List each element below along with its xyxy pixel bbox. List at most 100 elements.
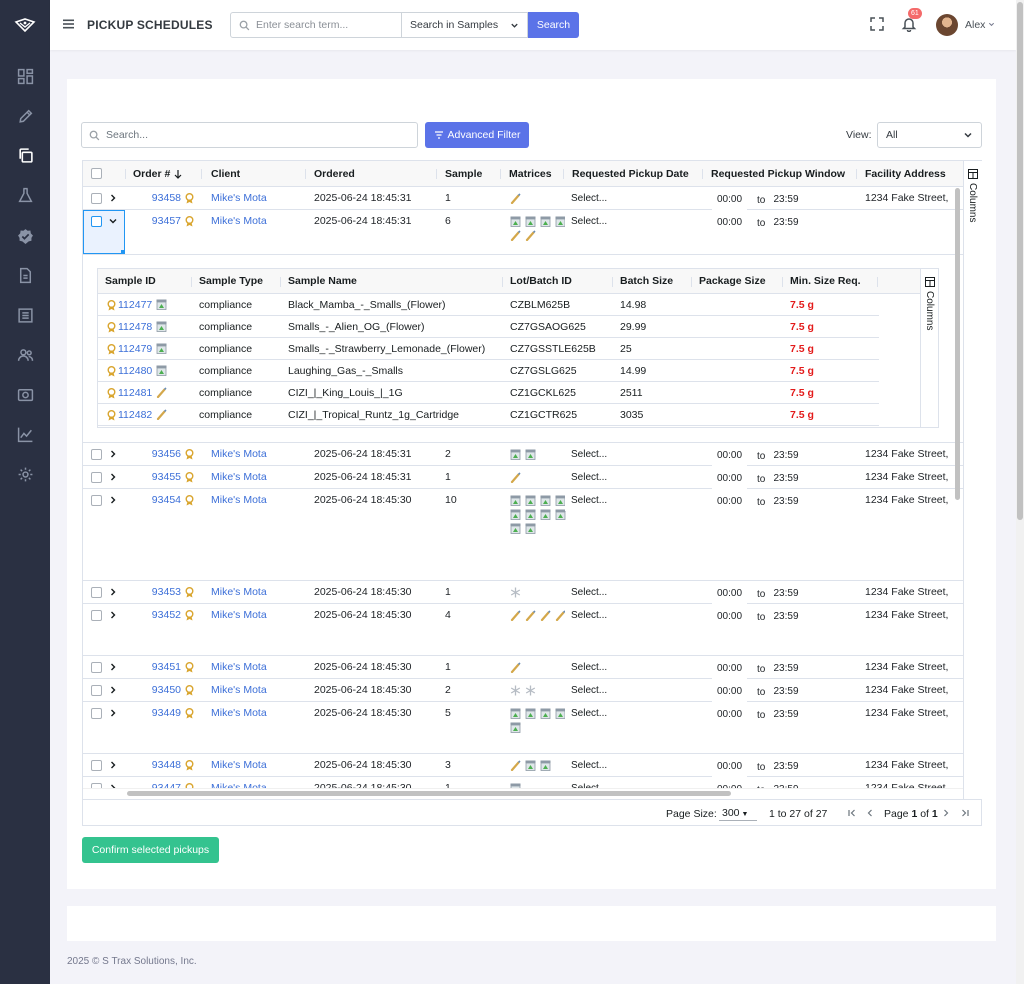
user-name[interactable]: Alex [965, 19, 985, 31]
confirm-pickups-button[interactable]: Confirm selected pickups [82, 837, 219, 863]
chevron-right-icon[interactable] [109, 588, 117, 596]
grid-row[interactable]: 93458 Mike's Mota 2025-06-24 18:45:31 1 Sele… [83, 187, 963, 210]
grid-row[interactable]: 93453 Mike's Mota 2025-06-24 18:45:30 1 Sele… [83, 581, 963, 604]
camera-icon[interactable] [17, 386, 34, 403]
pickup-window-end[interactable]: 23:59 [766, 213, 806, 233]
settings-icon[interactable] [17, 466, 34, 483]
previous-page-icon[interactable] [865, 808, 875, 818]
pickup-window-end[interactable]: 23:59 [766, 659, 806, 679]
column-header-order[interactable]: Order # [133, 161, 183, 187]
column-header-facility[interactable]: Facility Address [865, 161, 946, 187]
view-select[interactable]: All [877, 122, 982, 148]
fullscreen-icon[interactable] [869, 16, 885, 32]
row-checkbox[interactable] [91, 760, 102, 771]
avatar[interactable] [936, 14, 958, 36]
pickup-window-end[interactable]: 23:59 [766, 705, 806, 725]
column-header-matrices[interactable]: Matrices [509, 161, 552, 187]
column-header-sample[interactable]: Sample [445, 161, 482, 187]
detail-row[interactable]: 112479 compliance Smalls_-_Strawberry_Lemo… [98, 338, 879, 360]
order-link[interactable]: 93450 [125, 684, 181, 696]
column-header-sample-name[interactable]: Sample Name [288, 269, 357, 294]
client-link[interactable]: Mike's Mota [211, 759, 267, 771]
chevron-right-icon[interactable] [109, 761, 117, 769]
chevron-right-icon[interactable] [109, 496, 117, 504]
grid-row[interactable]: 93456 Mike's Mota 2025-06-24 18:45:31 2 Sele… [83, 443, 963, 466]
pickup-window-end[interactable]: 23:59 [766, 607, 806, 627]
detail-row[interactable]: 112481 compliance CIZI_|_King_Louis_|_1G CZ… [98, 382, 879, 404]
last-page-icon[interactable] [960, 808, 970, 818]
grid-row[interactable]: 93454 Mike's Mota 2025-06-24 18:45:30 10 Sel… [83, 489, 963, 581]
next-page-icon[interactable] [941, 808, 951, 818]
users-icon[interactable] [17, 347, 34, 364]
row-checkbox[interactable] [91, 216, 102, 227]
column-header-ordered[interactable]: Ordered [314, 161, 355, 187]
pickup-window-end[interactable]: 23:59 [766, 757, 806, 777]
copy-icon[interactable] [17, 147, 34, 164]
order-link[interactable]: 93455 [125, 471, 181, 483]
pickup-date-select[interactable]: Select... [565, 445, 696, 465]
pickup-window-start[interactable]: 00:00 [712, 607, 747, 627]
advanced-filter-button[interactable]: Advanced Filter [425, 122, 529, 148]
chevron-right-icon[interactable] [109, 663, 117, 671]
pickup-window-start[interactable]: 00:00 [712, 492, 747, 512]
order-link[interactable]: 93448 [125, 759, 181, 771]
grid-row[interactable]: 93448 Mike's Mota 2025-06-24 18:45:30 3 Sele… [83, 754, 963, 777]
client-link[interactable]: Mike's Mota [211, 661, 267, 673]
first-page-icon[interactable] [847, 808, 857, 818]
page-size-select[interactable]: 300 ▼ [719, 806, 757, 821]
row-checkbox[interactable] [91, 610, 102, 621]
pickup-window-end[interactable]: 23:59 [766, 584, 806, 604]
chevron-right-icon[interactable] [109, 473, 117, 481]
grid-row[interactable]: 93452 Mike's Mota 2025-06-24 18:45:30 4 Sele… [83, 604, 963, 656]
pickup-date-select[interactable]: Select... [565, 583, 696, 603]
chevron-right-icon[interactable] [109, 194, 117, 202]
client-link[interactable]: Mike's Mota [211, 215, 267, 227]
row-checkbox[interactable] [91, 495, 102, 506]
search-button[interactable]: Search [528, 12, 579, 38]
detail-row[interactable]: 112480 compliance Laughing_Gas_-_Smalls CZ7… [98, 360, 879, 382]
chevron-right-icon[interactable] [109, 450, 117, 458]
column-header-client[interactable]: Client [211, 161, 240, 187]
vertical-scrollbar[interactable] [954, 187, 961, 799]
file-icon[interactable] [17, 267, 34, 284]
sample-id-link[interactable]: 112481 [118, 387, 152, 399]
pickup-date-select[interactable]: Select... [565, 756, 696, 776]
hamburger-menu-icon[interactable] [62, 17, 76, 31]
order-link[interactable]: 93451 [125, 661, 181, 673]
badge-check-icon[interactable] [17, 228, 34, 245]
global-search-input[interactable] [256, 19, 396, 31]
row-checkbox[interactable] [91, 662, 102, 673]
column-header-min-size-req[interactable]: Min. Size Req. [790, 269, 861, 294]
select-all-checkbox[interactable] [91, 168, 102, 179]
detail-row[interactable]: 112478 compliance Smalls_-_Alien_OG_(Flowe… [98, 316, 879, 338]
pickup-window-start[interactable]: 00:00 [712, 469, 747, 489]
grid-search-box[interactable] [81, 122, 418, 148]
pickup-date-select[interactable]: Select... [565, 681, 696, 701]
horizontal-scrollbar-thumb[interactable] [127, 791, 731, 796]
client-link[interactable]: Mike's Mota [211, 586, 267, 598]
order-link[interactable]: 93449 [125, 707, 181, 719]
pickup-date-select[interactable]: Select... [565, 189, 696, 209]
search-scope-select[interactable]: Search in Samples [402, 12, 528, 38]
sample-id-link[interactable]: 112479 [118, 343, 152, 355]
order-link[interactable]: 93458 [125, 192, 181, 204]
client-link[interactable]: Mike's Mota [211, 494, 267, 506]
pickup-window-end[interactable]: 23:59 [766, 682, 806, 702]
pickup-date-select[interactable]: Select... [565, 468, 696, 488]
pickup-date-select[interactable]: Select... [565, 212, 696, 232]
grid-row[interactable]: 93455 Mike's Mota 2025-06-24 18:45:31 1 Sele… [83, 466, 963, 489]
order-link[interactable]: 93456 [125, 448, 181, 460]
pickup-window-start[interactable]: 00:00 [712, 446, 747, 466]
page-scrollbar-thumb[interactable] [1017, 2, 1023, 520]
chevron-down-icon[interactable] [988, 21, 995, 28]
detail-columns-side-panel[interactable]: Columns [920, 269, 939, 427]
row-checkbox[interactable] [91, 472, 102, 483]
order-link[interactable]: 93457 [125, 215, 181, 227]
detail-row[interactable]: 112482 compliance CIZI_|_Tropical_Runtz_1g… [98, 404, 879, 426]
sample-id-link[interactable]: 112482 [118, 409, 152, 421]
sample-id-link[interactable]: 112480 [118, 365, 152, 377]
column-header-pickup-date[interactable]: Requested Pickup Date [572, 161, 689, 187]
chart-icon[interactable] [17, 426, 34, 443]
client-link[interactable]: Mike's Mota [211, 707, 267, 719]
pickup-window-start[interactable]: 00:00 [712, 659, 747, 679]
